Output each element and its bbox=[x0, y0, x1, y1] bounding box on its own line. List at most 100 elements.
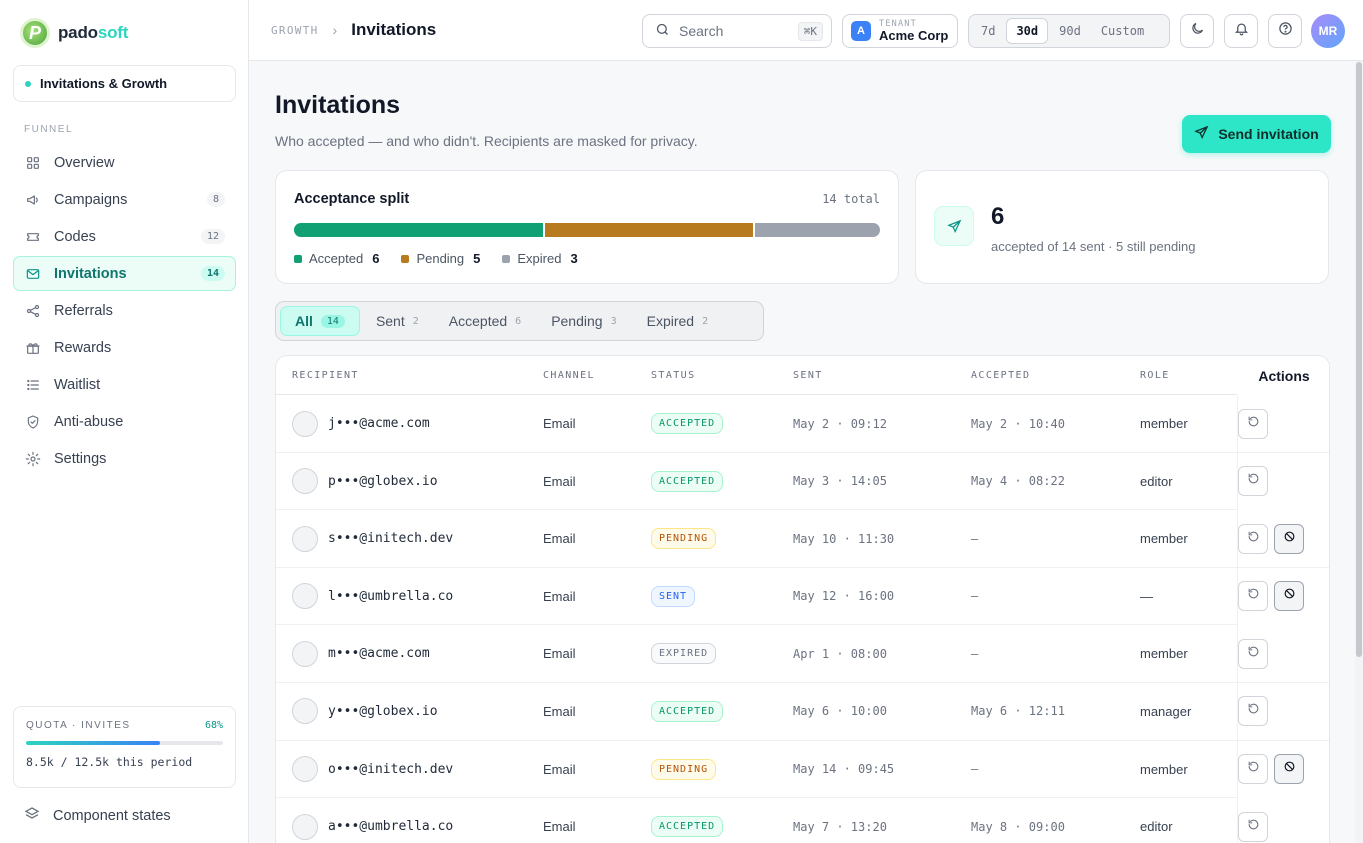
table-row[interactable]: o•••@initech.dev Email PENDING May 14 · 09:… bbox=[276, 740, 1329, 799]
role-cell: editor bbox=[1140, 819, 1173, 835]
row-actions bbox=[1237, 395, 1329, 452]
table-row[interactable]: y•••@globex.io Email ACCEPTED May 6 · 10:00… bbox=[276, 682, 1329, 741]
chevron-right-icon: › bbox=[332, 22, 338, 38]
sidebar-item-codes[interactable]: Codes 12 bbox=[13, 219, 236, 254]
bell-icon bbox=[1234, 21, 1249, 41]
role-cell: member bbox=[1140, 416, 1188, 431]
tab-label: Expired bbox=[646, 313, 695, 329]
notifications-button[interactable] bbox=[1224, 14, 1258, 48]
table-row[interactable]: m•••@acme.com Email EXPIRED Apr 1 · 08:00 — m… bbox=[276, 625, 1329, 683]
column-header-sent[interactable]: SENT bbox=[793, 370, 823, 381]
range-option-7d[interactable]: 7d bbox=[972, 18, 1004, 44]
quota-percent: 68% bbox=[204, 720, 223, 731]
status-badge: ACCEPTED bbox=[651, 700, 724, 722]
table-row[interactable]: l•••@umbrella.co Email SENT May 12 · 16:00 —… bbox=[276, 567, 1329, 626]
search-input[interactable]: Search ⌘K bbox=[642, 14, 832, 48]
resend-button[interactable] bbox=[1238, 754, 1268, 785]
role-cell: manager bbox=[1140, 703, 1192, 719]
help-button[interactable] bbox=[1268, 14, 1302, 48]
table-row[interactable]: s•••@initech.dev Email PENDING May 10 · 11:… bbox=[276, 510, 1329, 568]
column-header-status[interactable]: STATUS bbox=[651, 370, 696, 381]
resend-button[interactable] bbox=[1238, 638, 1268, 669]
revoke-button[interactable] bbox=[1274, 523, 1304, 554]
channel-cell: Email bbox=[543, 819, 576, 835]
sidebar-item-overview[interactable]: Overview bbox=[13, 145, 236, 180]
sidebar-item-waitlist[interactable]: Waitlist bbox=[13, 367, 236, 402]
list-icon bbox=[24, 376, 42, 394]
legend-label: Pending bbox=[416, 251, 465, 266]
tab-label: Sent bbox=[375, 313, 405, 329]
column-header-channel[interactable]: CHANNEL bbox=[543, 370, 595, 381]
resend-button[interactable] bbox=[1238, 811, 1268, 842]
component-states-link[interactable]: Component states bbox=[24, 806, 171, 826]
revoke-button[interactable] bbox=[1274, 754, 1304, 785]
legend-swatch bbox=[502, 254, 511, 263]
tab-label: Accepted bbox=[448, 313, 508, 329]
tab-accepted[interactable]: Accepted 6 bbox=[435, 306, 535, 336]
refresh-icon bbox=[1247, 472, 1260, 490]
table-row[interactable]: j•••@acme.com Email ACCEPTED May 2 · 09:12 M… bbox=[276, 395, 1329, 453]
megaphone-icon bbox=[24, 191, 42, 209]
acceptance-split-card: Acceptance split 14 total Accepted 6 Pendi… bbox=[275, 170, 899, 284]
table-row[interactable]: a•••@umbrella.co Email ACCEPTED May 7 · 13:… bbox=[276, 798, 1329, 843]
split-bar bbox=[294, 223, 880, 237]
user-avatar[interactable]: MR bbox=[1311, 14, 1345, 48]
column-header-role[interactable]: ROLE bbox=[1140, 370, 1170, 381]
brand-logo[interactable]: P padosoft bbox=[20, 18, 128, 48]
tab-expired[interactable]: Expired 2 bbox=[633, 306, 723, 336]
range-option-custom[interactable]: Custom bbox=[1092, 18, 1153, 44]
tab-count: 2 bbox=[702, 315, 709, 327]
sidebar-item-label: Settings bbox=[54, 450, 107, 467]
sidebar-item-campaigns[interactable]: Campaigns 8 bbox=[13, 182, 236, 217]
sidebar-item-rewards[interactable]: Rewards bbox=[13, 330, 236, 365]
status-cell: EXPIRED bbox=[651, 625, 717, 682]
search-icon bbox=[655, 22, 670, 40]
table-row[interactable]: p•••@globex.io Email ACCEPTED May 3 · 14:05… bbox=[276, 452, 1329, 511]
revoke-button[interactable] bbox=[1274, 581, 1304, 612]
column-header-recipient[interactable]: RECIPIENT bbox=[292, 370, 359, 381]
tenant-switcher[interactable]: A TENANT Acme Corp bbox=[842, 14, 958, 48]
send-invitation-label: Send invitation bbox=[1218, 126, 1319, 142]
breadcrumb-parent[interactable]: GROWTH bbox=[271, 24, 319, 37]
page-scrollbar-thumb[interactable] bbox=[1356, 62, 1362, 657]
resend-button[interactable] bbox=[1238, 523, 1268, 554]
recipient-email: p•••@globex.io bbox=[328, 473, 438, 489]
sidebar-item-count: 14 bbox=[200, 266, 225, 281]
send-invitation-button[interactable]: Send invitation bbox=[1182, 115, 1331, 153]
resend-button[interactable] bbox=[1238, 581, 1268, 612]
tab-pending[interactable]: Pending 3 bbox=[537, 306, 630, 336]
theme-toggle-button[interactable] bbox=[1180, 14, 1214, 48]
recipient-cell: m•••@acme.com bbox=[292, 625, 430, 682]
workspace-switcher[interactable]: Invitations & Growth bbox=[13, 65, 236, 102]
recipient-cell: a•••@umbrella.co bbox=[292, 798, 453, 843]
row-actions bbox=[1237, 452, 1329, 510]
channel-cell: Email bbox=[543, 761, 576, 777]
status-badge: ACCEPTED bbox=[651, 470, 724, 492]
resend-button[interactable] bbox=[1238, 466, 1268, 497]
sent-date-cell: May 10 · 11:30 bbox=[793, 531, 895, 546]
split-segment-pending bbox=[545, 223, 754, 237]
resend-button[interactable] bbox=[1238, 408, 1268, 439]
accepted-date-cell: — bbox=[971, 646, 979, 661]
tab-all[interactable]: All 14 bbox=[280, 306, 360, 336]
workspace-status-dot bbox=[25, 80, 31, 87]
legend-label: Expired bbox=[517, 251, 562, 266]
sidebar-item-referrals[interactable]: Referrals bbox=[13, 293, 236, 328]
sidebar-item-settings[interactable]: Settings bbox=[13, 441, 236, 476]
column-header-accepted[interactable]: ACCEPTED bbox=[971, 370, 1030, 381]
tab-count: 6 bbox=[515, 315, 522, 327]
ban-icon bbox=[1283, 760, 1296, 778]
range-option-30d[interactable]: 30d bbox=[1006, 18, 1049, 44]
help-icon bbox=[1278, 21, 1293, 41]
recipient-email: a•••@umbrella.co bbox=[328, 819, 454, 835]
accepted-count: 6 bbox=[991, 203, 1005, 230]
split-title: Acceptance split bbox=[294, 191, 410, 207]
recipient-cell: y•••@globex.io bbox=[292, 683, 438, 740]
recipient-cell: s•••@initech.dev bbox=[292, 510, 453, 567]
sidebar-item-invitations[interactable]: Invitations 14 bbox=[13, 256, 236, 291]
tab-sent[interactable]: Sent 2 bbox=[362, 306, 433, 336]
status-badge: PENDING bbox=[651, 758, 717, 780]
range-option-90d[interactable]: 90d bbox=[1050, 18, 1090, 44]
sidebar-item-anti-abuse[interactable]: Anti-abuse bbox=[13, 404, 236, 439]
resend-button[interactable] bbox=[1238, 696, 1268, 727]
